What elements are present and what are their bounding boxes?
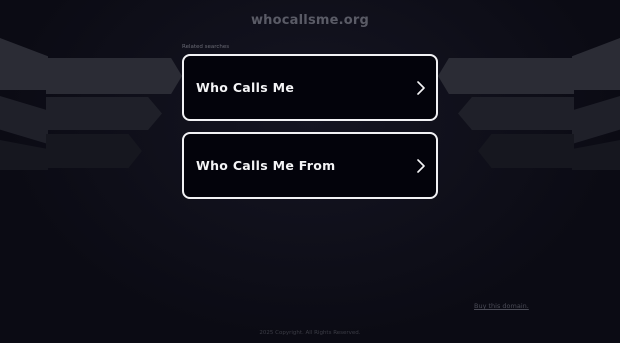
search-link-who-calls-me[interactable]: Who Calls Me (182, 54, 438, 121)
decorative-shape (0, 38, 48, 90)
domain-title: whocallsme.org (250, 13, 370, 28)
search-link-label: Who Calls Me From (196, 158, 336, 173)
parked-domain-page: whocallsme.org Related searches Who Call… (0, 0, 620, 343)
footer-copyright: 2025 Copyright. All Rights Reserved. (259, 330, 361, 336)
decorative-shape (0, 140, 48, 170)
buy-domain-link[interactable]: Buy this domain. (474, 302, 529, 310)
decorative-shape (572, 96, 620, 144)
search-link-label: Who Calls Me (196, 80, 295, 95)
decorative-shape (46, 97, 162, 130)
related-searches-label: Related searches (182, 44, 230, 50)
chevron-right-icon (417, 80, 425, 95)
decorative-shape (438, 58, 574, 94)
chevron-right-icon (417, 158, 425, 173)
decorative-shape (478, 134, 574, 168)
decorative-shape (46, 58, 182, 94)
decorative-shape (0, 96, 48, 144)
decorative-shape (572, 140, 620, 170)
decorative-shape (46, 134, 142, 168)
decorative-shape (458, 97, 574, 130)
search-link-who-calls-me-from[interactable]: Who Calls Me From (182, 132, 438, 199)
decorative-shape (572, 38, 620, 90)
